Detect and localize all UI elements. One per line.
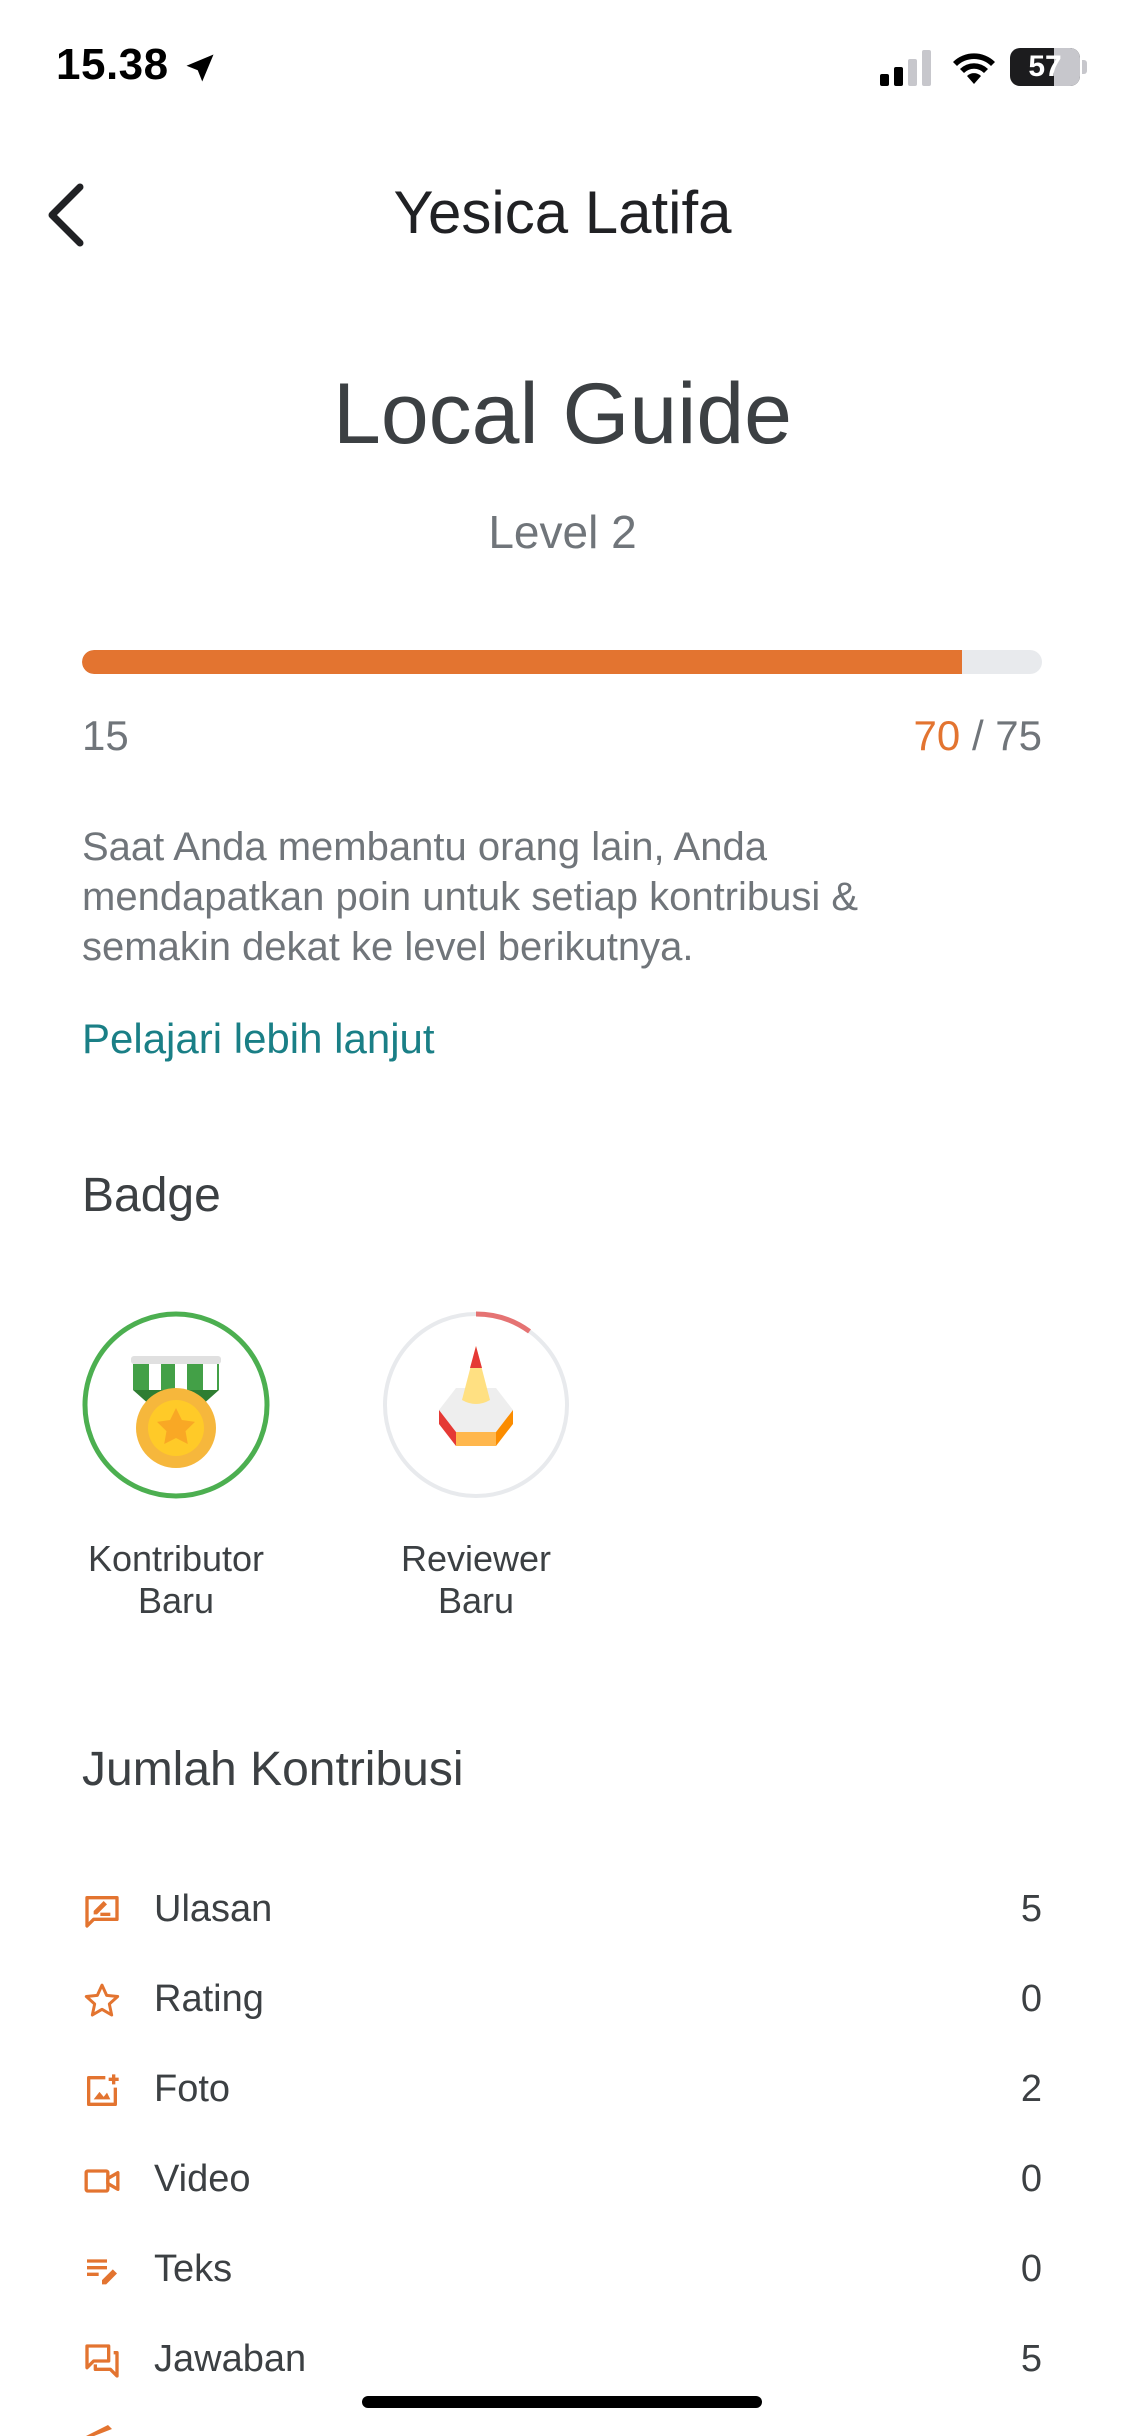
contribution-count: 0: [1020, 2158, 1042, 2200]
badge-name-line1: Kontributor: [87, 1538, 265, 1579]
level-description: Saat Anda membantu orang lain, Anda mend…: [82, 825, 859, 969]
star-icon: [84, 1983, 120, 2017]
wifi-icon: [953, 53, 995, 84]
contribution-label: Rating: [154, 1978, 264, 2020]
contribution-row-ratings[interactable]: Rating 0: [82, 1966, 1042, 2036]
location-arrow-icon: [186, 54, 214, 82]
contribution-row-photos[interactable]: Foto 2: [82, 2056, 1042, 2126]
contribution-label: Ulasan: [154, 1888, 273, 1930]
level-progress-bar: [82, 650, 1042, 674]
reviewer-pedestal-icon: [439, 1346, 513, 1446]
contribution-label: Foto: [154, 2068, 231, 2110]
home-indicator: [362, 2396, 762, 2408]
contribution-label: Video: [154, 2158, 251, 2200]
badge-section-title: Badge: [82, 1169, 221, 1222]
progress-max-points: 75: [995, 712, 1042, 759]
contribution-count: 0: [1020, 1978, 1042, 2020]
badge-name-line2: Baru: [137, 1580, 215, 1621]
contribution-count: 2: [1020, 2068, 1042, 2110]
local-guide-title: Local Guide: [333, 366, 792, 462]
badge-name-line2: Baru: [437, 1580, 515, 1621]
progress-separator: /: [971, 712, 984, 759]
answer-icon: [85, 2344, 119, 2378]
level-label: Level 2: [488, 506, 637, 558]
review-icon: [85, 1896, 119, 1928]
video-icon: [84, 2169, 120, 2193]
contribution-row-videos[interactable]: Video 0: [82, 2146, 1042, 2216]
edit-text-icon: [87, 2259, 117, 2285]
progress-points: 70 / 75: [914, 712, 1042, 760]
badge-name-line1: Reviewer: [400, 1538, 552, 1579]
progress-min-points: 15: [82, 712, 129, 759]
badge-new-contributor[interactable]: Kontributor Baru: [51, 1310, 301, 1622]
page-title: Yesica Latifa: [393, 179, 732, 246]
contribution-label: Teks: [154, 2248, 233, 2290]
medal-icon: [131, 1356, 221, 1468]
badge-progress-ring: [82, 1311, 270, 1499]
contribution-count: 0: [1020, 2248, 1042, 2290]
contribution-label: Jawaban: [154, 2338, 307, 2380]
contribution-count: 5: [1020, 2338, 1042, 2380]
badge-progress-ring: [382, 1311, 570, 1499]
battery-level: 57: [1028, 50, 1062, 83]
contribution-row-reviews[interactable]: Ulasan 5: [82, 1876, 1042, 1946]
partial-next-row-icon: [86, 2425, 112, 2436]
learn-more-link[interactable]: Pelajari lebih lanjut: [82, 1015, 435, 1063]
contribution-row-answers[interactable]: Jawaban 5: [82, 2326, 1042, 2396]
contribution-row-texts[interactable]: Teks 0: [82, 2236, 1042, 2306]
cellular-signal-icon: [880, 50, 931, 86]
battery-icon: 57: [1010, 48, 1080, 86]
contributions-section-title: Jumlah Kontribusi: [82, 1743, 464, 1796]
badge-new-reviewer[interactable]: Reviewer Baru: [351, 1310, 601, 1622]
progress-current-points: 70: [913, 712, 961, 759]
level-progress-fill: [82, 650, 963, 674]
contribution-count: 5: [1020, 1888, 1042, 1930]
battery-tip: [1082, 60, 1087, 74]
status-time: 15.38: [56, 40, 169, 89]
add-photo-icon: [87, 2074, 119, 2106]
